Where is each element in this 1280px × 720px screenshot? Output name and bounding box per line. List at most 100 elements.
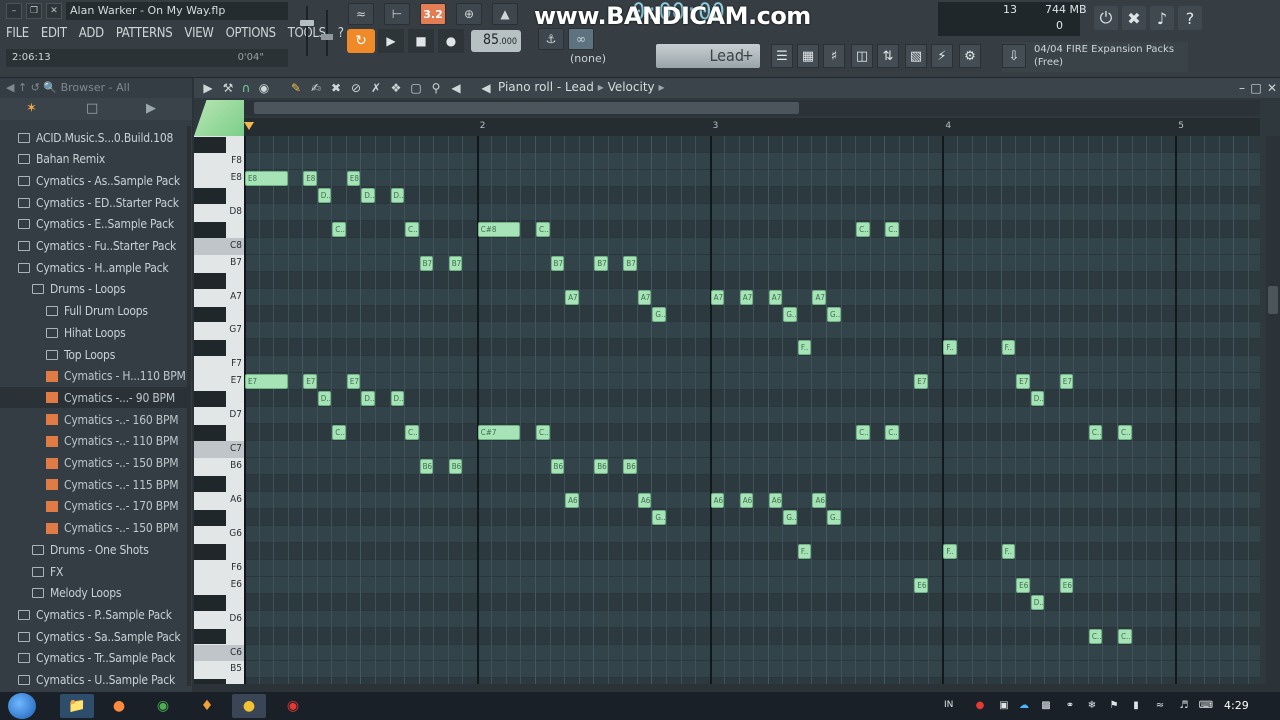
- minimize-icon[interactable]: –: [6, 3, 22, 19]
- wifi-icon[interactable]: ≈: [1154, 699, 1166, 711]
- note[interactable]: E6: [1059, 577, 1074, 593]
- channel-rack-icon[interactable]: ▦: [797, 44, 819, 68]
- note[interactable]: B6: [419, 459, 434, 475]
- note[interactable]: B6: [594, 459, 608, 475]
- note[interactable]: F..: [943, 340, 957, 356]
- note[interactable]: B7: [594, 255, 608, 271]
- note[interactable]: E7: [303, 374, 317, 390]
- language-indicator[interactable]: IN: [944, 700, 953, 710]
- note[interactable]: G..: [652, 509, 666, 525]
- browser-folder-item[interactable]: Cymatics - E..Sample Pack: [0, 214, 190, 235]
- note[interactable]: E7: [914, 374, 928, 390]
- piano-key-black[interactable]: [194, 221, 226, 238]
- bar-number[interactable]: 3: [713, 121, 719, 131]
- menu-edit[interactable]: EDIT: [35, 26, 73, 41]
- monitor-tray-icon[interactable]: ▣: [998, 699, 1010, 711]
- snap-selector[interactable]: (none): [564, 52, 626, 70]
- note[interactable]: C..: [405, 425, 419, 441]
- zoom-icon[interactable]: ⚲: [428, 80, 444, 96]
- browser-file-item[interactable]: Cymatics -..- 150 BPM: [0, 453, 190, 474]
- browser-folder-item[interactable]: Top Loops: [0, 344, 190, 365]
- browser-folder-item[interactable]: Drums - Loops: [0, 279, 190, 300]
- note[interactable]: D..: [1030, 391, 1045, 407]
- fl-studio-taskbar-icon[interactable]: ●: [232, 694, 266, 718]
- chrome-icon[interactable]: ◉: [146, 694, 180, 718]
- note[interactable]: C..: [332, 425, 346, 441]
- piano-key-black[interactable]: [194, 340, 226, 357]
- note[interactable]: E7: [245, 374, 288, 390]
- piano-key-black[interactable]: [194, 509, 226, 526]
- browser-file-item[interactable]: Cymatics -..- 115 BPM: [0, 474, 190, 495]
- select-icon[interactable]: ▢: [408, 80, 424, 96]
- magnet-icon[interactable]: ∩: [238, 80, 254, 96]
- browser-scrollbar[interactable]: [187, 126, 191, 686]
- note[interactable]: E8: [346, 170, 361, 186]
- browser-folder-item[interactable]: Cymatics - H..ample Pack: [0, 257, 190, 278]
- browser-folder-item[interactable]: FX: [0, 561, 190, 582]
- note[interactable]: C#7: [477, 425, 521, 441]
- help-icon[interactable]: ?: [1178, 6, 1202, 30]
- browser-file-icon[interactable]: □: [86, 101, 98, 116]
- note[interactable]: G..: [827, 306, 841, 322]
- note[interactable]: A6: [812, 492, 826, 508]
- mixer-sliders-icon[interactable]: ⇅: [877, 44, 899, 68]
- note[interactable]: B6: [623, 459, 637, 475]
- browser-expand-icon[interactable]: ✶: [26, 101, 37, 116]
- note[interactable]: F..: [1001, 543, 1016, 559]
- note[interactable]: A7: [710, 289, 725, 305]
- delete-icon[interactable]: ✖: [328, 80, 344, 96]
- blend-notes-icon[interactable]: ⊕: [456, 3, 482, 25]
- note[interactable]: C..: [885, 221, 899, 237]
- start-button[interactable]: [8, 693, 36, 719]
- slip-icon[interactable]: ❖: [388, 80, 404, 96]
- close-icon[interactable]: ✕: [46, 3, 62, 19]
- note[interactable]: D..: [317, 391, 332, 407]
- mixer-icon[interactable]: ◫: [851, 44, 873, 68]
- pr-close-icon[interactable]: ✕: [1264, 80, 1280, 96]
- piano-key-black[interactable]: [194, 425, 226, 442]
- event-editor-divider[interactable]: [194, 684, 1280, 692]
- note[interactable]: C..: [885, 425, 899, 441]
- snap-magnet-icon[interactable]: ⚓: [538, 28, 564, 50]
- note[interactable]: E7: [1059, 374, 1074, 390]
- note[interactable]: D..: [361, 391, 375, 407]
- browser-folder-item[interactable]: Cymatics - U..Sample Pack: [0, 670, 190, 691]
- note[interactable]: C..: [536, 221, 550, 237]
- menu-options[interactable]: OPTIONS: [220, 26, 282, 41]
- microphone-icon[interactable]: ♪: [1150, 6, 1174, 30]
- note[interactable]: E6: [1016, 577, 1030, 593]
- menu-add[interactable]: ADD: [73, 26, 110, 41]
- note[interactable]: C..: [1088, 425, 1103, 441]
- note[interactable]: F..: [1001, 340, 1016, 356]
- tools-icon[interactable]: ✖: [1122, 6, 1146, 30]
- piano-key-black[interactable]: [194, 272, 226, 289]
- browser-nav-icon[interactable]: ◀ ↑ ↺ 🔍: [6, 81, 57, 94]
- browser-folder-item[interactable]: Full Drum Loops: [0, 301, 190, 322]
- piano-key-black[interactable]: [194, 628, 226, 645]
- note[interactable]: A7: [637, 289, 652, 305]
- piano-key-black[interactable]: [194, 391, 226, 408]
- piano-key-black[interactable]: [194, 306, 226, 323]
- note[interactable]: B6: [550, 459, 565, 475]
- note[interactable]: E8: [245, 170, 288, 186]
- note[interactable]: G..: [827, 509, 841, 525]
- note[interactable]: A6: [768, 492, 783, 508]
- cloud-tray-icon[interactable]: ☁: [1018, 699, 1030, 711]
- note[interactable]: A6: [710, 492, 725, 508]
- piano-key-black[interactable]: [194, 476, 226, 492]
- browser-file-item[interactable]: Cymatics -..- 110 BPM: [0, 431, 190, 452]
- note[interactable]: A7: [739, 289, 754, 305]
- note[interactable]: G..: [783, 509, 797, 525]
- stop-button[interactable]: ■: [408, 29, 434, 53]
- bluetooth-icon[interactable]: ❄: [1086, 699, 1098, 711]
- display-tray-icon[interactable]: ▩: [1040, 699, 1052, 711]
- link-icon[interactable]: ∞: [568, 28, 594, 50]
- keyboard-tray-icon[interactable]: ⌨: [1199, 699, 1213, 711]
- playlist-icon[interactable]: ☰: [771, 44, 793, 68]
- horizontal-scroll-thumb[interactable]: [254, 102, 799, 114]
- browser-file-item[interactable]: Cymatics -..- 170 BPM: [0, 496, 190, 517]
- browser-folder-item[interactable]: Cymatics - As..Sample Pack: [0, 170, 190, 191]
- note[interactable]: B7: [623, 255, 637, 271]
- note[interactable]: A6: [637, 492, 652, 508]
- download-icon[interactable]: ⇩: [1002, 44, 1026, 68]
